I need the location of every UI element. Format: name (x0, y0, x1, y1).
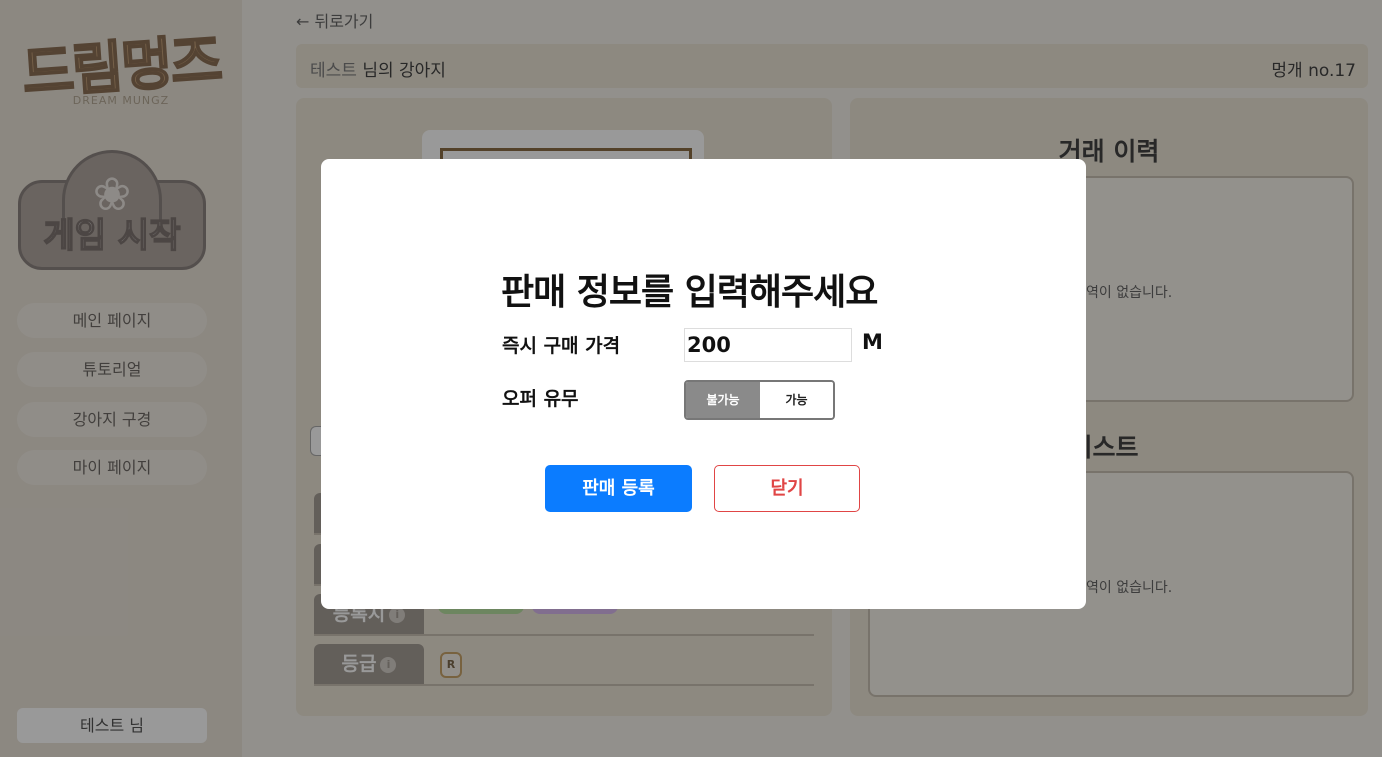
offer-toggle: 불가능 가능 (684, 380, 835, 420)
offer-option-unavailable[interactable]: 불가능 (686, 382, 760, 418)
register-sale-button[interactable]: 판매 등록 (545, 465, 692, 512)
price-unit: M (862, 330, 883, 354)
price-label: 즉시 구매 가격 (502, 335, 621, 357)
sale-modal: 판매 정보를 입력해주세요 즉시 구매 가격 M 오퍼 유무 불가능 가능 판매… (321, 159, 1086, 609)
close-button[interactable]: 닫기 (714, 465, 860, 512)
modal-title: 판매 정보를 입력해주세요 (501, 272, 878, 313)
offer-label: 오퍼 유무 (502, 388, 579, 410)
offer-option-available[interactable]: 가능 (760, 382, 833, 418)
price-input[interactable] (684, 328, 852, 362)
